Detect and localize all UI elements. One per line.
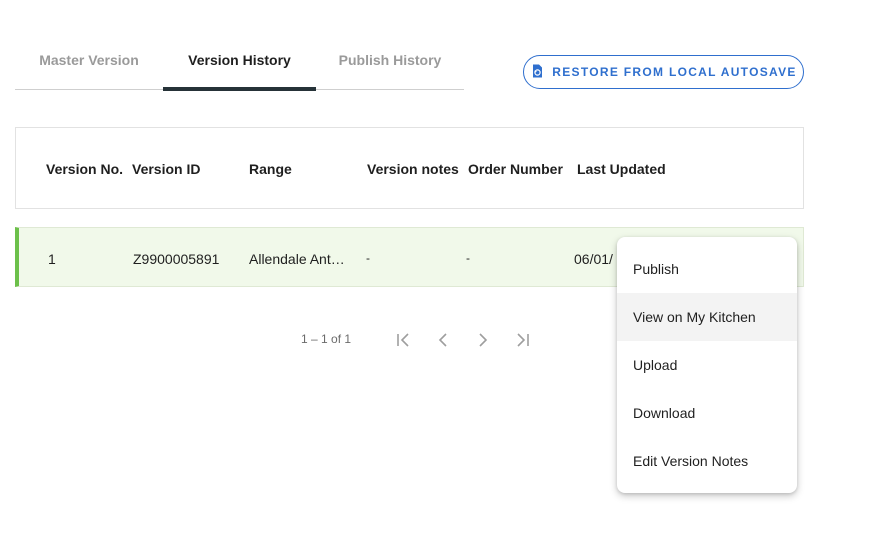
version-history-page: Master Version Version History Publish H… — [0, 0, 877, 554]
menu-item-publish[interactable]: Publish — [617, 245, 797, 293]
menu-item-edit-version-notes[interactable]: Edit Version Notes — [617, 437, 797, 485]
header-range[interactable]: Range — [249, 161, 292, 177]
last-page-icon[interactable] — [512, 329, 534, 351]
menu-item-view-on-my-kitchen[interactable]: View on My Kitchen — [617, 293, 797, 341]
table-header: Version No. Version ID Range Version not… — [15, 127, 804, 209]
header-last-updated[interactable]: Last Updated — [577, 161, 666, 177]
tab-bar: Master Version Version History Publish H… — [15, 30, 464, 91]
cell-range: Allendale Anti… — [249, 251, 347, 267]
header-version-no[interactable]: Version No. — [46, 161, 123, 177]
restore-from-local-autosave-button[interactable]: RESTORE FROM LOCAL AUTOSAVE — [523, 55, 804, 89]
pagination-range-label: 1 – 1 of 1 — [301, 332, 352, 346]
restore-file-icon — [530, 64, 544, 81]
restore-button-label: RESTORE FROM LOCAL AUTOSAVE — [552, 65, 797, 79]
cell-version-no: 1 — [48, 251, 56, 267]
cell-version-notes: - — [366, 251, 370, 265]
tab-version-history[interactable]: Version History — [163, 30, 316, 91]
menu-item-download[interactable]: Download — [617, 389, 797, 437]
cell-order-number: - — [466, 251, 470, 265]
next-page-icon[interactable] — [472, 329, 494, 351]
first-page-icon[interactable] — [392, 329, 414, 351]
header-version-id[interactable]: Version ID — [132, 161, 200, 177]
menu-item-upload[interactable]: Upload — [617, 341, 797, 389]
previous-page-icon[interactable] — [432, 329, 454, 351]
cell-last-updated: 06/01/ — [574, 251, 613, 267]
row-actions-menu: Publish View on My Kitchen Upload Downlo… — [617, 237, 797, 493]
header-version-notes[interactable]: Version notes — [367, 161, 459, 177]
header-order-number[interactable]: Order Number — [468, 161, 563, 177]
tab-master-version[interactable]: Master Version — [15, 30, 163, 90]
cell-version-id: Z9900005891 — [133, 251, 220, 267]
tab-publish-history[interactable]: Publish History — [316, 30, 464, 90]
